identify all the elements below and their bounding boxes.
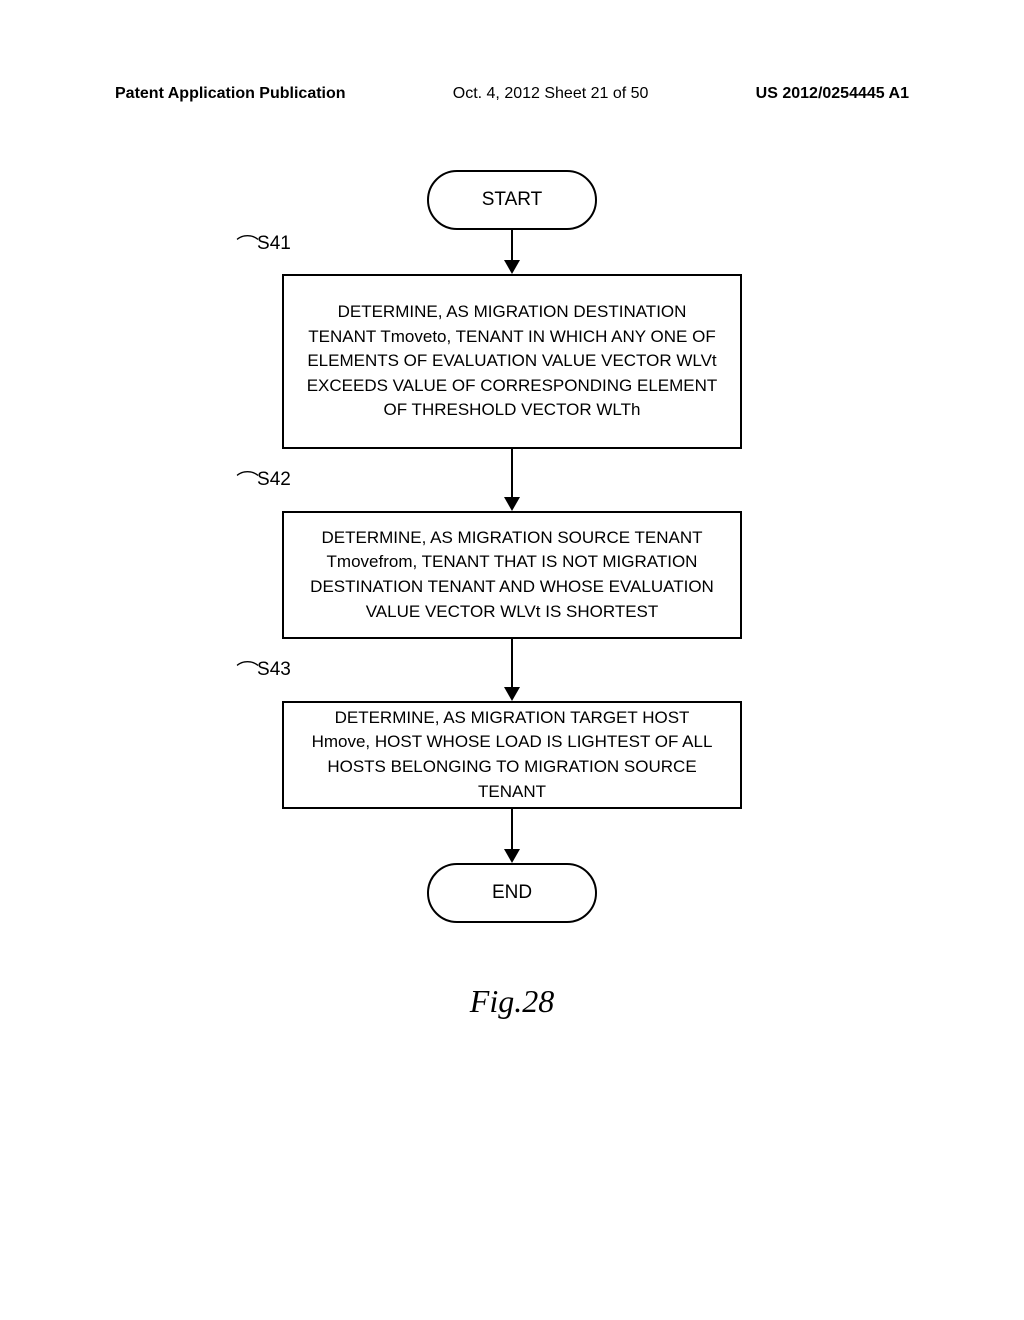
figure-label: Fig.28: [470, 983, 554, 1020]
arrow-down-icon: [504, 849, 520, 863]
process-s41: DETERMINE, AS MIGRATION DESTINATION TENA…: [282, 274, 742, 449]
header-left: Patent Application Publication: [115, 85, 346, 103]
process-s41-text: DETERMINE, AS MIGRATION DESTINATION TENA…: [306, 300, 718, 423]
flowchart: START ⌒S41 DETERMINE, AS MIGRATION DESTI…: [0, 170, 1024, 1020]
end-label: END: [492, 882, 532, 904]
arrow-1: ⌒S41: [0, 230, 1024, 274]
arrow-down-icon: [504, 687, 520, 701]
end-terminal: END: [427, 863, 597, 923]
arrow-2: ⌒S42: [0, 449, 1024, 511]
arrow-4: [0, 809, 1024, 863]
header-center: Oct. 4, 2012 Sheet 21 of 50: [453, 85, 649, 103]
process-s43-text: DETERMINE, AS MIGRATION TARGET HOST Hmov…: [306, 706, 718, 805]
step-label-s41: ⌒S41: [238, 228, 291, 255]
process-s42: DETERMINE, AS MIGRATION SOURCE TENANT Tm…: [282, 511, 742, 639]
page-header: Patent Application Publication Oct. 4, 2…: [0, 85, 1024, 103]
start-terminal: START: [427, 170, 597, 230]
arrow-3: ⌒S43: [0, 639, 1024, 701]
start-label: START: [482, 189, 543, 211]
arrow-down-icon: [504, 497, 520, 511]
header-right: US 2012/0254445 A1: [756, 85, 909, 103]
arrow-down-icon: [504, 260, 520, 274]
process-s43: DETERMINE, AS MIGRATION TARGET HOST Hmov…: [282, 701, 742, 809]
process-s42-text: DETERMINE, AS MIGRATION SOURCE TENANT Tm…: [306, 526, 718, 625]
step-label-s42: ⌒S42: [238, 464, 291, 491]
step-label-s43: ⌒S43: [238, 654, 291, 681]
